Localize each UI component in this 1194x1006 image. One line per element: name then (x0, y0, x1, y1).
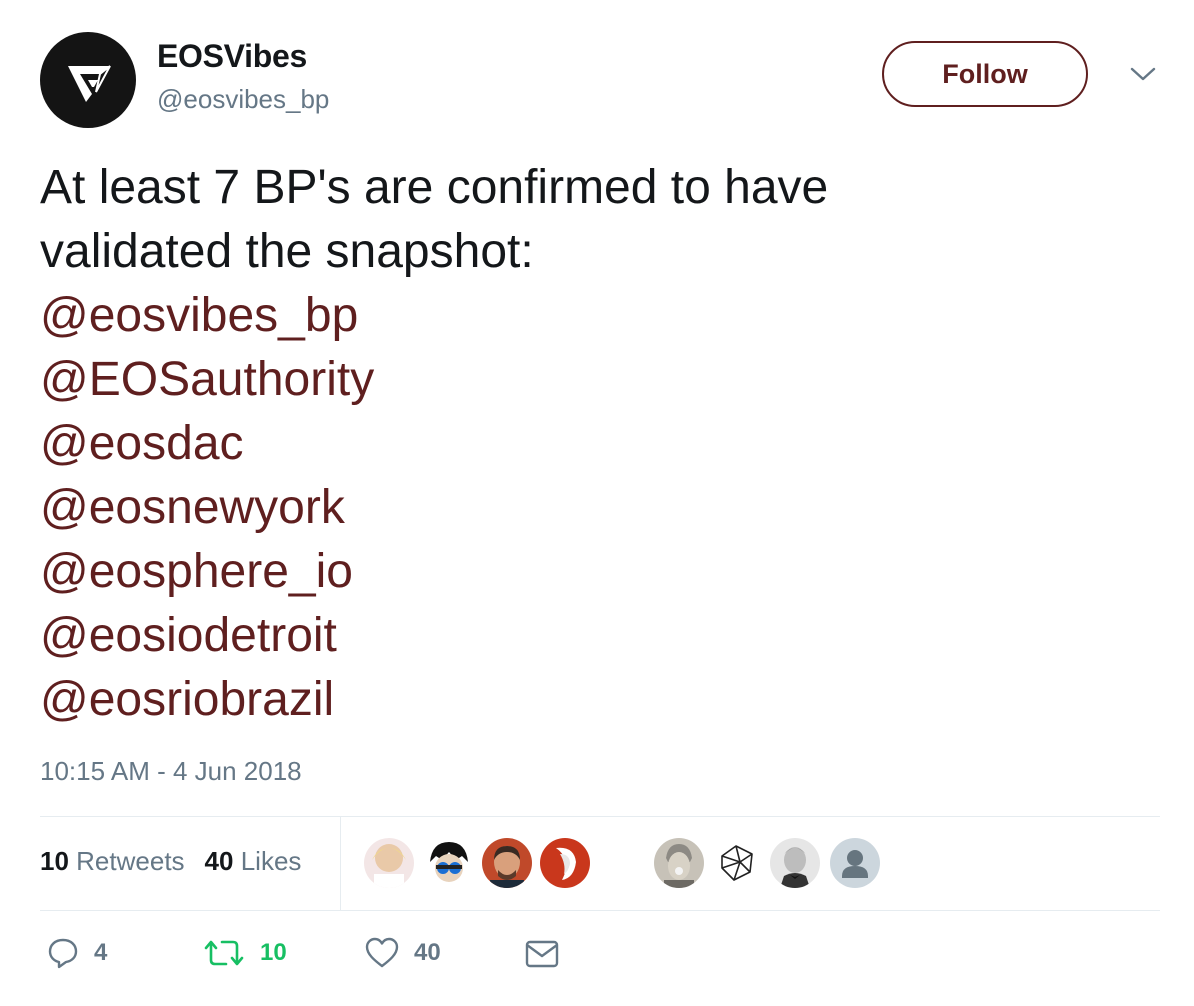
retweets-stat[interactable]: 10 Retweets (40, 846, 185, 877)
eosvibes-logo-icon (68, 65, 111, 102)
mention-link[interactable]: @eosriobrazil (40, 668, 1160, 732)
tweet-text: At least 7 BP's are confirmed to have va… (40, 156, 1160, 732)
geometric-logo-icon (712, 838, 762, 888)
liker-avatar[interactable] (830, 838, 880, 888)
tweet-stats: 10 Retweets 40 Likes (40, 846, 301, 877)
tweet-text-line: validated the snapshot: (40, 225, 534, 278)
follow-button[interactable]: Follow (882, 41, 1088, 107)
retweet-count: 10 (260, 939, 287, 966)
tweet-text-line: At least 7 BP's are confirmed to have (40, 161, 829, 214)
liker-avatar[interactable] (424, 838, 474, 888)
mention-link[interactable]: @eosvibes_bp (40, 284, 1160, 348)
liker-avatar[interactable] (654, 838, 704, 888)
retweets-count: 10 (40, 846, 69, 876)
direct-message-button[interactable] (524, 936, 560, 970)
retweet-icon (204, 940, 244, 966)
mention-link[interactable]: @eosdac (40, 412, 1160, 476)
mention-link[interactable]: @eosiodetroit (40, 604, 1160, 668)
divider (40, 910, 1160, 911)
envelope-icon (525, 940, 559, 968)
user-avatar-icon (654, 838, 704, 888)
user-avatar-icon (540, 838, 590, 888)
mention-link[interactable]: @eosnewyork (40, 476, 1160, 540)
heart-icon (365, 937, 399, 968)
display-name[interactable]: EOSVibes (157, 38, 307, 75)
divider (40, 816, 1160, 817)
user-avatar-icon (424, 838, 474, 888)
reply-button[interactable]: 4 (46, 936, 107, 970)
user-avatar-icon (482, 838, 532, 888)
likes-label: Likes (240, 846, 302, 876)
like-button[interactable]: 40 (364, 936, 441, 970)
reply-count: 4 (94, 939, 108, 966)
mention-link[interactable]: @eosphere_io (40, 540, 1160, 604)
user-avatar-icon (770, 838, 820, 888)
liker-avatar[interactable] (770, 838, 820, 888)
liker-avatar[interactable] (364, 838, 414, 888)
liker-avatar[interactable] (540, 838, 590, 888)
default-avatar-icon (830, 838, 880, 888)
chevron-down-icon[interactable] (1128, 64, 1158, 84)
user-avatar-icon (364, 838, 414, 888)
retweets-label: Retweets (76, 846, 185, 876)
divider (340, 816, 341, 910)
likes-count: 40 (204, 846, 234, 876)
liker-avatars (364, 838, 884, 890)
tweet-actions: 4 10 40 (0, 936, 1194, 976)
likes-stat[interactable]: 40 Likes (205, 846, 302, 877)
liker-avatar[interactable] (712, 838, 762, 888)
tweet-timestamp[interactable]: 10:15 AM - 4 Jun 2018 (40, 756, 302, 787)
reply-icon (48, 938, 78, 969)
profile-avatar[interactable] (40, 32, 136, 128)
retweet-button[interactable]: 10 (202, 936, 287, 970)
mention-link[interactable]: @EOSauthority (40, 348, 1160, 412)
like-count: 40 (414, 939, 441, 966)
liker-avatar[interactable] (482, 838, 532, 888)
user-handle[interactable]: @eosvibes_bp (157, 84, 329, 115)
